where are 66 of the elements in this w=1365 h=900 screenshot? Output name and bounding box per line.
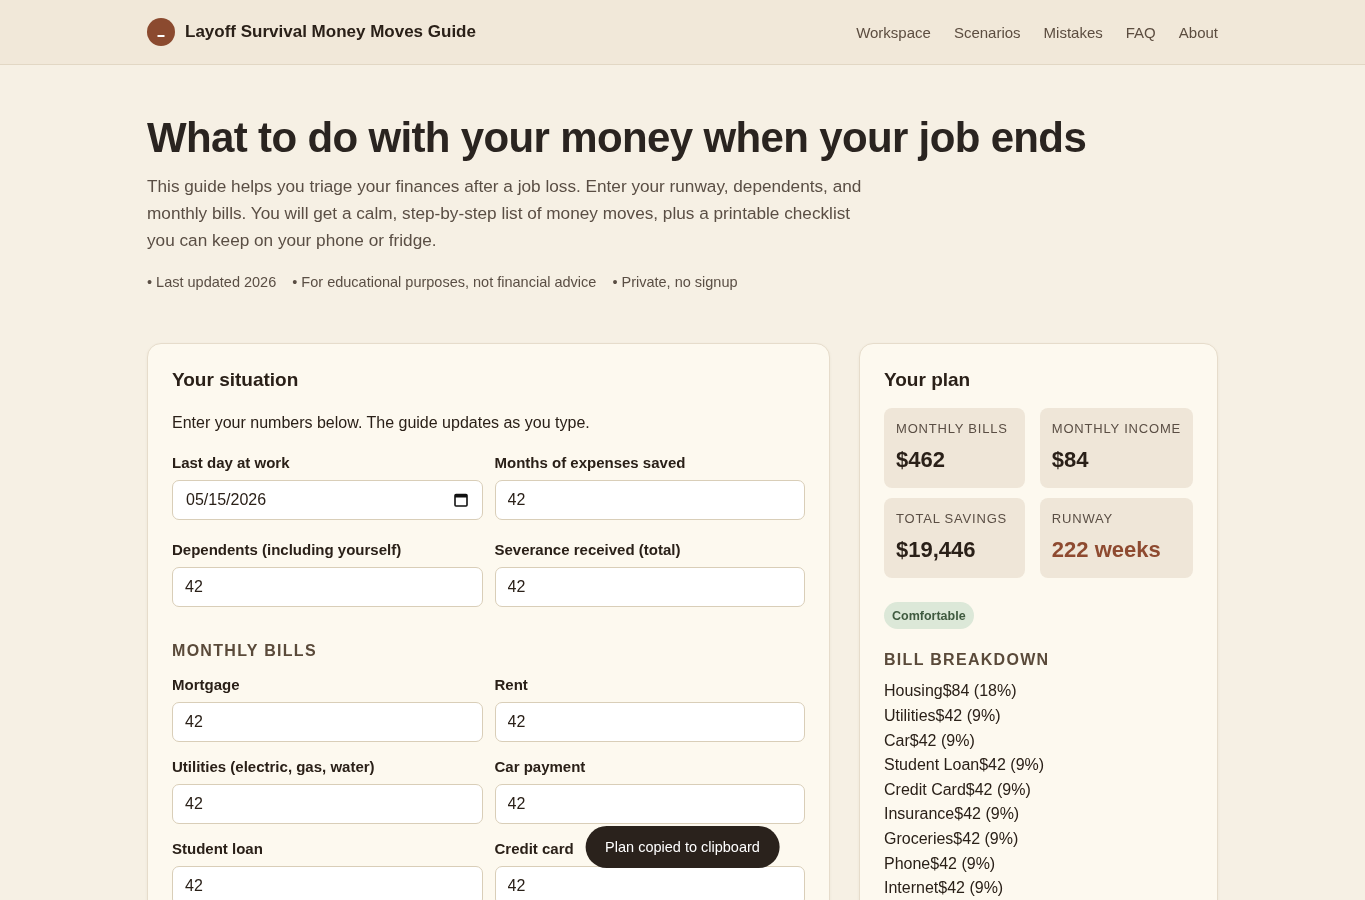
input-field[interactable]: 42 — [172, 702, 483, 743]
section-heading: BILL BREAKDOWN — [884, 650, 1051, 670]
bill-amount: $42 (9%) — [954, 804, 1020, 825]
bill-amount: $42 (9%) — [935, 706, 1001, 726]
input-field[interactable]: 42 — [494, 480, 805, 521]
meta-note: • Last updated 2026 — [147, 273, 277, 292]
nav-link[interactable]: Scenarios — [953, 23, 1021, 41]
field-label: Dependents (including yourself) — [172, 541, 402, 560]
section-heading: MONTHLY BILLS — [172, 641, 318, 661]
nav-link[interactable]: FAQ — [1125, 23, 1156, 41]
bill-name: Groceries — [884, 828, 954, 849]
field-label: Credit card — [494, 840, 574, 859]
stat-value: $84 — [1051, 447, 1090, 474]
meta-note: • Private, no signup — [612, 273, 738, 292]
field-label: Student loan — [172, 840, 263, 859]
nav-link[interactable]: Workspace — [856, 23, 931, 41]
bill-amount: $42 (9%) — [909, 730, 975, 751]
toast-message: Plan copied to clipboard — [585, 826, 780, 868]
bill-name: Student Loan — [884, 755, 980, 776]
intro-text: This guide helps you triage your finances after a job loss. Enter your runway, dependents, and monthly bills. You will get a calm, step-by-step list of money moves, plus a printable checklist you can keep on your phone or fridge. — [147, 175, 863, 252]
input-field[interactable]: 42 — [494, 784, 805, 825]
bill-name: Credit Card — [884, 779, 966, 800]
input-field[interactable]: 42 — [494, 866, 805, 900]
bill-name: Housing — [884, 681, 943, 702]
stat-label: MONTHLY INCOME — [1051, 421, 1181, 438]
input-field[interactable]: 42 — [494, 702, 805, 743]
field-label: Utilities (electric, gas, water) — [172, 758, 375, 777]
status-badge: Comfortable — [884, 602, 974, 630]
page-title: What to do with your money when your job ends — [147, 114, 1088, 162]
input-field[interactable]: 42 — [172, 784, 483, 825]
stat-value: $19,446 — [896, 537, 977, 564]
input-field[interactable]: 42 — [494, 567, 805, 608]
card-intro: Enter your numbers below. The guide updates as you type. — [172, 413, 591, 434]
bill-name: Utilities — [884, 706, 936, 726]
card-title: Your plan — [884, 368, 972, 393]
logo-icon — [147, 18, 175, 46]
site-title: Layoff Survival Money Moves Guide — [185, 22, 476, 42]
stat-label: RUNWAY — [1051, 511, 1114, 528]
date-field[interactable]: 05/15/2026 — [172, 480, 483, 521]
stat-label: MONTHLY BILLS — [896, 421, 1009, 438]
meta-note: • For educational purposes, not financial advice — [292, 273, 597, 292]
bill-name: Internet — [884, 878, 939, 899]
nav-link[interactable]: Mistakes — [1043, 23, 1103, 41]
calendar-icon[interactable] — [453, 493, 468, 508]
field-label: Car payment — [494, 758, 586, 777]
card-title: Your situation — [172, 368, 300, 393]
field-label: Last day at work — [172, 454, 290, 473]
stat-value: $462 — [896, 447, 946, 474]
bill-name: Insurance — [884, 804, 955, 825]
field-label: Severance received (total) — [494, 541, 681, 560]
field-label: Rent — [494, 676, 528, 695]
bill-amount: $42 (9%) — [953, 828, 1019, 849]
bill-amount: $42 (9%) — [930, 853, 996, 874]
stat-value: 222 weeks — [1051, 537, 1162, 564]
stat-label: TOTAL SAVINGS — [896, 511, 1009, 528]
field-label: Mortgage — [172, 676, 240, 695]
bill-name: Car — [884, 730, 910, 751]
input-field[interactable]: 42 — [172, 567, 483, 608]
bill-amount: $42 (9%) — [979, 755, 1045, 776]
input-field[interactable]: 42 — [172, 866, 483, 900]
bill-amount: $42 (9%) — [965, 779, 1031, 800]
nav-link[interactable]: About — [1178, 23, 1218, 41]
field-label: Months of expenses saved — [494, 454, 686, 473]
bill-name: Phone — [884, 853, 931, 874]
bill-amount: $84 (18%) — [942, 681, 1017, 702]
bill-amount: $42 (9%) — [938, 878, 1004, 899]
